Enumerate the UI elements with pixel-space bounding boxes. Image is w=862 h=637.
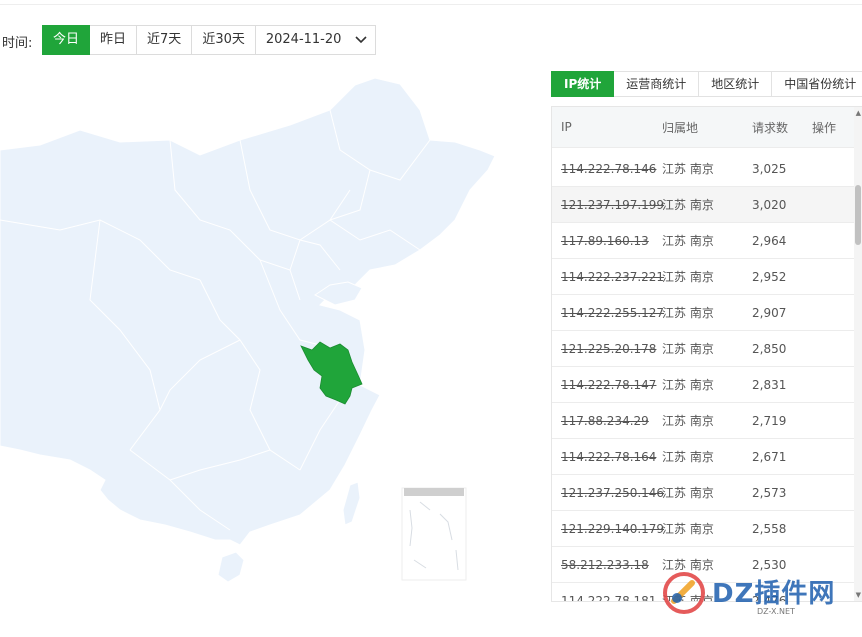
table-row[interactable]: 114.222.78.146 江苏 南京 3,025 bbox=[552, 151, 855, 187]
cell-ip[interactable]: 58.212.233.18 bbox=[552, 558, 662, 572]
date-value: 2024-11-20 bbox=[265, 32, 342, 47]
date-picker[interactable]: 2024-11-20 bbox=[255, 25, 377, 55]
table-row[interactable]: 117.89.160.13 江苏 南京 2,964 bbox=[552, 223, 855, 259]
map-mainland bbox=[0, 77, 496, 546]
watermark-logo: DZ插件网 DZ-X.NET bbox=[662, 571, 862, 621]
cell-ip[interactable]: 114.222.237.221 bbox=[552, 270, 664, 284]
cell-location: 江苏 南京 bbox=[662, 342, 714, 356]
cell-location: 江苏 南京 bbox=[662, 450, 714, 464]
cell-ip[interactable]: 121.237.250.146 bbox=[552, 486, 664, 500]
table-row[interactable]: 121.225.20.178 江苏 南京 2,850 bbox=[552, 331, 855, 367]
scroll-up-arrow-icon[interactable]: ▲ bbox=[856, 109, 861, 117]
table-row[interactable]: 121.237.197.199 江苏 南京 3,020 bbox=[552, 187, 855, 223]
cell-count: 2,964 bbox=[752, 233, 787, 248]
cell-location: 江苏 南京 bbox=[662, 378, 714, 392]
cell-ip[interactable]: 114.222.78.147 bbox=[552, 378, 662, 392]
table-row[interactable]: 114.222.78.164 江苏 南京 2,671 bbox=[552, 439, 855, 475]
watermark-text: DZ插件网 bbox=[712, 579, 836, 609]
cell-count: 2,671 bbox=[752, 449, 787, 464]
cell-count: 2,530 bbox=[752, 557, 787, 572]
cell-count: 2,952 bbox=[752, 269, 787, 284]
cell-count: 2,573 bbox=[752, 485, 787, 500]
cell-ip[interactable]: 117.88.234.29 bbox=[552, 414, 662, 428]
cell-location: 江苏 南京 bbox=[662, 234, 714, 248]
filter-today-button[interactable]: 今日 bbox=[42, 25, 91, 55]
cell-ip[interactable]: 121.229.140.179 bbox=[552, 522, 664, 536]
cell-count: 2,831 bbox=[752, 377, 787, 392]
table-row[interactable]: 114.222.78.147 江苏 南京 2,831 bbox=[552, 367, 855, 403]
table-row[interactable]: 117.88.234.29 江苏 南京 2,719 bbox=[552, 403, 855, 439]
table-row[interactable]: 114.222.255.127 江苏 南京 2,907 bbox=[552, 295, 855, 331]
tab-ip-stats[interactable]: IP统计 bbox=[551, 71, 615, 97]
tab-province-stats[interactable]: 中国省份统计 bbox=[772, 71, 862, 97]
header-count[interactable]: 请求数 bbox=[752, 119, 812, 136]
cell-count: 2,719 bbox=[752, 413, 787, 428]
table-row[interactable]: 121.237.250.146 江苏 南京 2,573 bbox=[552, 475, 855, 511]
cell-ip[interactable]: 114.222.78.146 bbox=[552, 162, 662, 176]
cell-ip[interactable]: 114.222.78.181 bbox=[552, 594, 662, 602]
cell-location: 江苏 南京 bbox=[662, 162, 714, 176]
tab-isp-stats[interactable]: 运营商统计 bbox=[614, 71, 700, 97]
table-row[interactable]: 121.229.140.179 江苏 南京 2,558 bbox=[552, 511, 855, 547]
filter-30days-button[interactable]: 近30天 bbox=[192, 25, 256, 55]
cell-count: 2,558 bbox=[752, 521, 787, 536]
tab-region-stats[interactable]: 地区统计 bbox=[699, 71, 773, 97]
map-hainan bbox=[217, 551, 245, 583]
china-map bbox=[0, 77, 496, 583]
cell-location: 江苏 南京 bbox=[662, 270, 714, 284]
cell-count: 2,907 bbox=[752, 305, 787, 320]
cell-count: 2,850 bbox=[752, 341, 787, 356]
table-header: IP 归属地 请求数 操作 bbox=[552, 107, 862, 148]
stats-tabs: IP统计 运营商统计 地区统计 中国省份统计 bbox=[551, 71, 862, 97]
cell-ip[interactable]: 121.237.197.199 bbox=[552, 198, 664, 212]
header-action: 操作 bbox=[812, 120, 837, 135]
south-china-sea-inset bbox=[401, 487, 467, 581]
cell-ip[interactable]: 114.222.255.127 bbox=[552, 306, 664, 320]
scrollbar-thumb[interactable] bbox=[855, 185, 861, 245]
cell-ip[interactable]: 114.222.78.164 bbox=[552, 450, 662, 464]
table-body: 114.222.78.146 江苏 南京 3,025 121.237.197.199 江… bbox=[552, 151, 855, 602]
watermark-subtext: DZ-X.NET bbox=[757, 607, 795, 616]
table-scrollbar[interactable]: ▲ ▼ bbox=[854, 107, 862, 601]
cell-location: 江苏 南京 bbox=[662, 486, 714, 500]
header-location[interactable]: 归属地 bbox=[662, 119, 752, 136]
header-ip[interactable]: IP bbox=[552, 120, 662, 134]
cell-location: 江苏 南京 bbox=[662, 306, 714, 320]
cell-ip[interactable]: 117.89.160.13 bbox=[552, 234, 662, 248]
cell-location: 江苏 南京 bbox=[662, 198, 714, 212]
time-filter: 今日 昨日 近7天 近30天 2024-11-20 bbox=[42, 25, 377, 55]
chevron-down-icon bbox=[355, 36, 367, 44]
cell-count: 3,025 bbox=[752, 161, 787, 176]
time-filter-label: 时间: bbox=[2, 36, 33, 51]
cell-location: 江苏 南京 bbox=[662, 522, 714, 536]
filter-7days-button[interactable]: 近7天 bbox=[137, 25, 193, 55]
top-divider bbox=[0, 4, 862, 5]
cell-ip[interactable]: 121.225.20.178 bbox=[552, 342, 662, 356]
cell-count: 3,020 bbox=[752, 197, 787, 212]
ip-stats-table: IP 归属地 请求数 操作 114.222.78.146 江苏 南京 3,025 12… bbox=[551, 106, 862, 602]
map-taiwan bbox=[342, 481, 361, 526]
table-row[interactable]: 114.222.237.221 江苏 南京 2,952 bbox=[552, 259, 855, 295]
cell-location: 江苏 南京 bbox=[662, 414, 714, 428]
filter-yesterday-button[interactable]: 昨日 bbox=[90, 25, 138, 55]
dz-logo-icon bbox=[663, 572, 705, 614]
